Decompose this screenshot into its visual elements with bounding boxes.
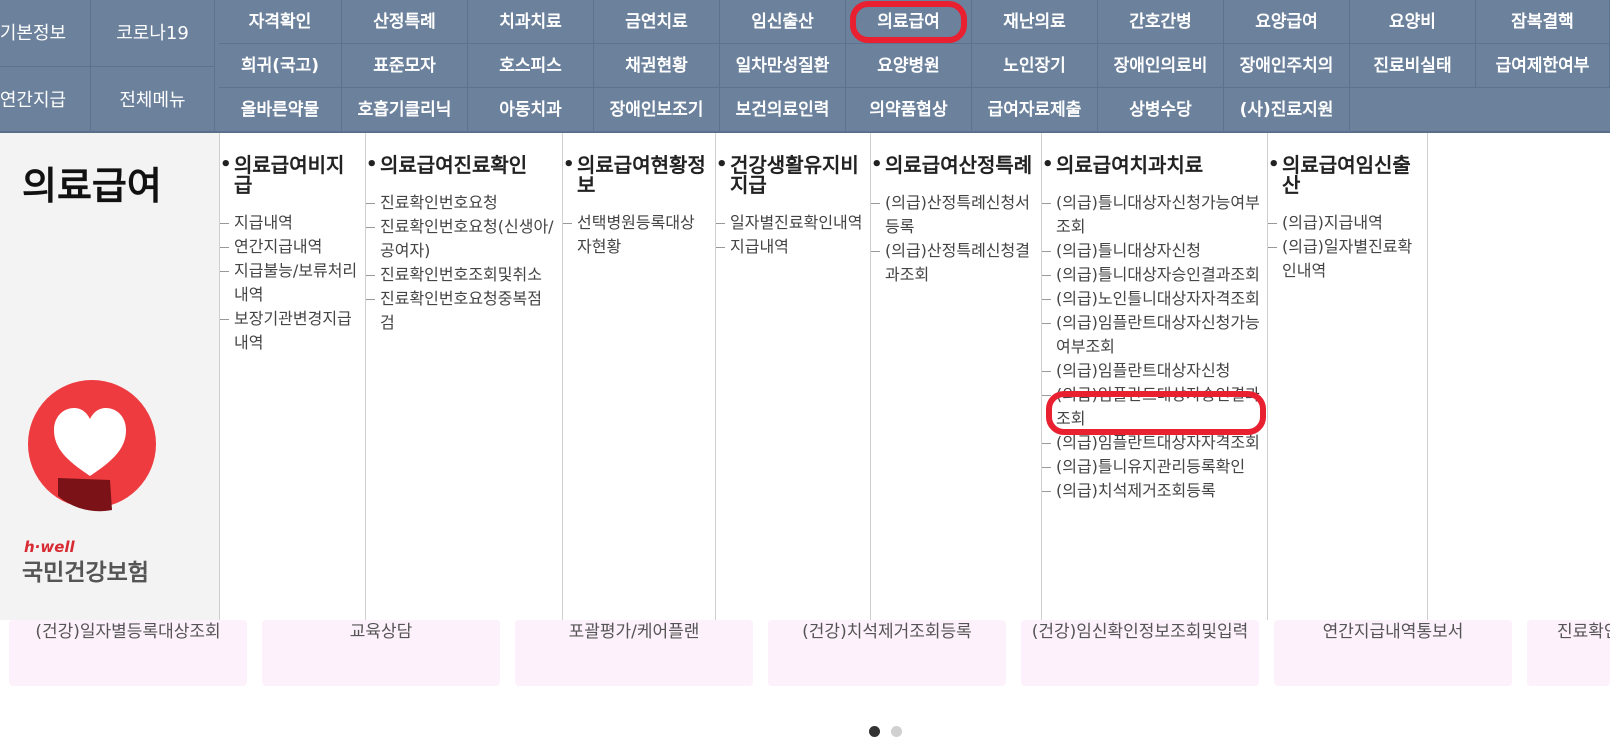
menu-item[interactable]: 진료확인번호요청 bbox=[366, 191, 562, 215]
nav-smoking-cessation[interactable]: 금연치료 bbox=[594, 0, 720, 44]
nav-drug-negotiation[interactable]: 의약품협상 bbox=[846, 88, 972, 132]
nav-elderly-longterm[interactable]: 노인장기 bbox=[972, 44, 1098, 88]
menu-item[interactable]: 연간지급내역 bbox=[220, 235, 365, 259]
menu-item[interactable]: (의급)지급내역 bbox=[1268, 211, 1427, 235]
nav-pregnancy-birth[interactable]: 임신출산 bbox=[720, 0, 846, 44]
nav-care-benefit[interactable]: 요양급여 bbox=[1224, 0, 1350, 44]
menu-item[interactable]: (의급)산정특례신청서등록 bbox=[871, 191, 1041, 239]
menu-item[interactable]: (의급)일자별진료확인내역 bbox=[1268, 235, 1427, 283]
menu-column-title: • 의료급여산정특례 bbox=[871, 153, 1033, 177]
menu-item[interactable]: (의급)산정특례신청결과조회 bbox=[871, 239, 1041, 287]
carousel-dot-active[interactable] bbox=[869, 726, 880, 737]
menu-item[interactable]: 지급내역 bbox=[716, 235, 870, 259]
menu-item[interactable]: (의급)틀니대상자신청 bbox=[1042, 239, 1267, 263]
menu-item[interactable]: 진료확인번호요청(신생아/공여자) bbox=[366, 215, 562, 263]
nav-proper-medication[interactable]: 올바른약물 bbox=[219, 88, 342, 132]
quick-menu-carousel: (건강)일자별등록대상조회 교육상담 포괄평가/케어플랜 (건강)치석제거조회등… bbox=[0, 620, 1610, 747]
menu-column-title: • 의료급여현황정보 bbox=[563, 153, 706, 197]
nav-rare-disease[interactable]: 희귀(국고) bbox=[219, 44, 342, 88]
nav-nursing-care[interactable]: 간호간병 bbox=[1098, 0, 1224, 44]
menu-side-panel: 의료급여 h·well 국민건강보험 bbox=[0, 133, 219, 620]
menu-item[interactable]: 보장기관변경지급내역 bbox=[220, 307, 365, 355]
menu-column-title: • 의료급여비지급 bbox=[220, 153, 345, 197]
nav-care-cost[interactable]: 요양비 bbox=[1350, 0, 1476, 44]
menu-column-empty bbox=[1427, 133, 1610, 620]
menu-column-title: • 의료급여임신출산 bbox=[1268, 153, 1411, 197]
nav-basic-info[interactable]: 기본정보 bbox=[0, 0, 91, 67]
nav-medical-cost-survey[interactable]: 진료비실태 bbox=[1350, 44, 1476, 88]
menu-item[interactable]: (의급)틀니대상자신청가능여부조회 bbox=[1042, 191, 1267, 239]
menu-item[interactable]: 지급불능/보류처리내역 bbox=[220, 259, 365, 307]
quick-card[interactable]: (건강)임신확인정보조회및입력 bbox=[1021, 620, 1259, 686]
quick-card[interactable]: 포괄평가/케어플랜 bbox=[515, 620, 753, 686]
menu-item[interactable]: 선택병원등록대상자현황 bbox=[563, 211, 715, 259]
quick-card[interactable]: (건강)치석제거조회등록 bbox=[768, 620, 1006, 686]
menu-item[interactable]: 진료확인번호조회및취소 bbox=[366, 263, 562, 287]
menu-item[interactable]: (의급)치석제거조회등록 bbox=[1042, 479, 1267, 503]
nav-dental-treatment[interactable]: 치과치료 bbox=[468, 0, 594, 44]
nav-medical-aid[interactable]: 의료급여 bbox=[846, 0, 972, 44]
top-navigation: 기본정보 코로나19 연간지급 전체메뉴 자격확인 산정특례 치과치료 금연치료… bbox=[0, 0, 1610, 134]
nav-disabled-primary-doctor[interactable]: 장애인주치의 bbox=[1224, 44, 1350, 88]
menu-item[interactable]: 일자별진료확인내역 bbox=[716, 211, 870, 235]
menu-column-title: • 의료급여치과치료 bbox=[1042, 153, 1204, 177]
menu-item[interactable]: (의급)틀니유지관리등록확인 bbox=[1042, 455, 1267, 479]
menu-item[interactable]: (의급)노인틀니대상자자격조회 bbox=[1042, 287, 1267, 311]
nav-sickness-allowance[interactable]: 상병수당 bbox=[1098, 88, 1224, 132]
nav-disaster-medical[interactable]: 재난의료 bbox=[972, 0, 1098, 44]
menu-column-title: • 건강생활유지비지급 bbox=[716, 153, 859, 197]
nav-hospice[interactable]: 호스피스 bbox=[468, 44, 594, 88]
quick-card[interactable]: 연간지급내역통보서 bbox=[1274, 620, 1512, 686]
nav-latent-tb[interactable]: 잠복결핵 bbox=[1476, 0, 1610, 44]
nav-annual-payment[interactable]: 연간지급 bbox=[0, 67, 91, 134]
menu-column-healthy-living: • 건강생활유지비지급 일자별진료확인내역 지급내역 bbox=[715, 133, 870, 620]
nav-child-dental[interactable]: 아동치과 bbox=[468, 88, 594, 132]
nav-all-menu[interactable]: 전체메뉴 bbox=[91, 67, 215, 134]
menu-item[interactable]: (의급)임플란트대상자신청가능여부조회 bbox=[1042, 311, 1267, 359]
quick-card[interactable]: (건강)일자별등록대상조회 bbox=[9, 620, 247, 686]
nav-covid19[interactable]: 코로나19 bbox=[91, 0, 215, 67]
nav-primary-chronic[interactable]: 일차만성질환 bbox=[720, 44, 846, 88]
nav-benefit-data-submit[interactable]: 급여자료제출 bbox=[972, 88, 1098, 132]
nav-disabled-assistive[interactable]: 장애인보조기 bbox=[594, 88, 720, 132]
menu-column-pregnancy: • 의료급여임신출산 (의급)지급내역 (의급)일자별진료확인내역 bbox=[1267, 133, 1427, 620]
menu-column-payment: • 의료급여비지급 지급내역 연간지급내역 지급불능/보류처리내역 보장기관변경지… bbox=[219, 133, 365, 620]
menu-column-status-info: • 의료급여현황정보 선택병원등록대상자현황 bbox=[562, 133, 715, 620]
brand-name: 국민건강보험 bbox=[22, 560, 149, 586]
nav-medical-support[interactable]: (사)진료지원 bbox=[1224, 88, 1350, 132]
nav-health-workforce[interactable]: 보건의료인력 bbox=[720, 88, 846, 132]
nhis-logo-icon bbox=[28, 380, 156, 512]
menu-column-dental: • 의료급여치과치료 (의급)틀니대상자신청가능여부조회 (의급)틀니대상자신청 … bbox=[1041, 133, 1267, 620]
panel-title: 의료급여 bbox=[22, 164, 162, 208]
nav-care-hospital[interactable]: 요양병원 bbox=[846, 44, 972, 88]
nav-benefit-restriction[interactable]: 급여제한여부 bbox=[1476, 44, 1610, 88]
menu-item[interactable]: (의급)임플란트대상자자격조회 bbox=[1042, 431, 1267, 455]
nav-special-calc[interactable]: 산정특례 bbox=[342, 0, 468, 44]
quick-card[interactable]: 진료확인 bbox=[1527, 620, 1610, 686]
nav-respiratory-clinic[interactable]: 호흡기클리닉 bbox=[342, 88, 468, 132]
nav-eligibility-check[interactable]: 자격확인 bbox=[219, 0, 342, 44]
menu-item[interactable]: (의급)임플란트대상자승인결과조회 bbox=[1042, 383, 1267, 431]
menu-item[interactable]: (의급)틀니대상자승인결과조회 bbox=[1042, 263, 1267, 287]
nav-bond-status[interactable]: 채권현황 bbox=[594, 44, 720, 88]
menu-item[interactable]: 지급내역 bbox=[220, 211, 365, 235]
menu-item-highlighted[interactable]: (의급)임플란트대상자신청 bbox=[1042, 359, 1267, 383]
mega-menu-panel: 의료급여 h·well 국민건강보험 • 의료급여비지급 지급내역 연간지급내역 … bbox=[0, 133, 1610, 620]
quick-card[interactable]: 교육상담 bbox=[262, 620, 500, 686]
nav-disabled-medical-cost[interactable]: 장애인의료비 bbox=[1098, 44, 1224, 88]
menu-column-treatment-confirm: • 의료급여진료확인 진료확인번호요청 진료확인번호요청(신생아/공여자) 진료확… bbox=[365, 133, 562, 620]
carousel-dot[interactable] bbox=[891, 726, 902, 737]
menu-column-special-calc: • 의료급여산정특례 (의급)산정특례신청서등록 (의급)산정특례신청결과조회 bbox=[870, 133, 1041, 620]
menu-column-title: • 의료급여진료확인 bbox=[366, 153, 528, 177]
nav-standard-maternal[interactable]: 표준모자 bbox=[342, 44, 468, 88]
menu-item[interactable]: 진료확인번호요청중복점검 bbox=[366, 287, 562, 335]
